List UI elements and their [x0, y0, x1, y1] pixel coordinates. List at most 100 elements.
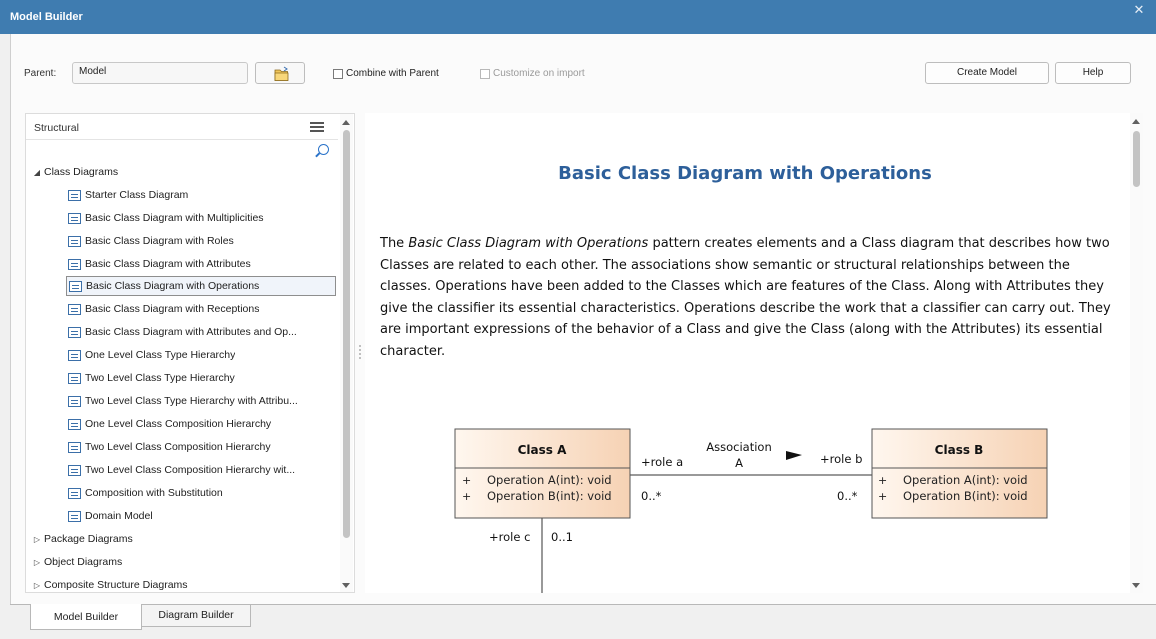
- tree-group-label: Package Diagrams: [44, 533, 133, 545]
- tab-diagram-builder[interactable]: Diagram Builder: [141, 605, 251, 627]
- multiplicity-b-label: 0..*: [837, 489, 858, 503]
- tree-item-label: Two Level Class Composition Hierarchy: [85, 441, 271, 453]
- tree-item-label: Two Level Class Composition Hierarchy wi…: [85, 464, 296, 476]
- scroll-thumb[interactable]: [343, 130, 350, 538]
- window-title: Model Builder: [10, 11, 83, 23]
- diagram-icon: [68, 326, 81, 338]
- tree-item-label: Basic Class Diagram with Attributes: [85, 258, 251, 270]
- tree-item[interactable]: One Level Class Type Hierarchy: [66, 345, 336, 365]
- tree-item[interactable]: Composition with Substitution: [66, 483, 336, 503]
- title-bar: Model Builder ✕: [0, 0, 1156, 34]
- multiplicity-a-label: 0..*: [641, 489, 662, 503]
- visibility-marker: +: [462, 474, 471, 487]
- collapsed-arrow-icon[interactable]: ▷: [30, 535, 44, 544]
- checkbox-box: [480, 68, 490, 79]
- diagram-icon: [68, 487, 81, 499]
- multiplicity-c-label: 0..1: [551, 530, 573, 544]
- diagram-icon: [68, 303, 81, 315]
- visibility-marker: +: [462, 490, 471, 503]
- panel-header: Structural: [26, 114, 338, 140]
- tree-item-selected[interactable]: Basic Class Diagram with Operations: [66, 276, 336, 296]
- class-a-operation: Operation B(int): void: [487, 489, 612, 503]
- tree-item-label: Basic Class Diagram with Attributes and …: [85, 326, 297, 338]
- class-a-box: Class A + Operation A(int): void + Opera…: [454, 428, 631, 519]
- help-button[interactable]: Help: [1055, 62, 1131, 84]
- tree-item-label: One Level Class Type Hierarchy: [85, 349, 236, 361]
- tree-item-label: Composition with Substitution: [85, 487, 223, 499]
- scroll-up-icon[interactable]: [1132, 119, 1140, 124]
- diagram-icon: [68, 189, 81, 201]
- role-a-label: +role a: [641, 455, 683, 469]
- tree-item[interactable]: Domain Model: [66, 506, 336, 526]
- panel-title: Structural: [34, 122, 79, 134]
- pattern-preview-panel: Basic Class Diagram with Operations The …: [365, 113, 1143, 593]
- parent-label: Parent:: [24, 68, 57, 79]
- tree-item-label: Two Level Class Type Hierarchy: [85, 372, 235, 384]
- tree-group-package-diagrams[interactable]: ▷ Package Diagrams: [30, 529, 133, 549]
- tree-item[interactable]: Basic Class Diagram with Multiplicities: [66, 208, 336, 228]
- combine-label: Combine with Parent: [346, 68, 439, 79]
- diagram-icon: [68, 464, 81, 476]
- tree-item-label: Starter Class Diagram: [85, 189, 189, 201]
- expanded-arrow-icon[interactable]: ◢: [30, 168, 44, 177]
- tree-item[interactable]: Basic Class Diagram with Roles: [66, 231, 336, 251]
- tree-item[interactable]: Two Level Class Type Hierarchy with Attr…: [66, 391, 336, 411]
- class-a-operation: Operation A(int): void: [487, 473, 612, 487]
- tree-item[interactable]: Two Level Class Composition Hierarchy wi…: [66, 460, 336, 480]
- visibility-marker: +: [878, 490, 887, 503]
- scroll-down-icon[interactable]: [342, 583, 350, 588]
- folder-icon: [274, 66, 289, 81]
- diagram-icon: [68, 235, 81, 247]
- role-c-label: +role c: [489, 530, 530, 544]
- diagram-icon: [68, 212, 81, 224]
- tree-item[interactable]: Basic Class Diagram with Attributes and …: [66, 322, 336, 342]
- combine-with-parent-checkbox[interactable]: Combine with Parent: [333, 68, 439, 79]
- tree-item[interactable]: Two Level Class Type Hierarchy: [66, 368, 336, 388]
- tree-group-label: Composite Structure Diagrams: [44, 579, 188, 591]
- class-b-operation: Operation B(int): void: [903, 489, 1028, 503]
- close-icon[interactable]: ✕: [1122, 0, 1156, 26]
- tree-group-label: Object Diagrams: [44, 556, 123, 568]
- pattern-tree-panel: Structural ◢ Class Diagrams Starter Clas…: [25, 113, 355, 593]
- collapsed-arrow-icon[interactable]: ▷: [30, 558, 44, 567]
- preview-scrollbar[interactable]: [1130, 113, 1143, 593]
- tree-item[interactable]: One Level Class Composition Hierarchy: [66, 414, 336, 434]
- parent-field[interactable]: Model: [72, 62, 248, 84]
- diagram-icon: [68, 258, 81, 270]
- scroll-thumb[interactable]: [1133, 131, 1140, 187]
- diagram-icon: [68, 418, 81, 430]
- bottom-tab-bar: Model Builder Diagram Builder: [10, 604, 1156, 639]
- tree-item[interactable]: Basic Class Diagram with Receptions: [66, 299, 336, 319]
- search-icon[interactable]: [318, 144, 329, 155]
- diagram-icon: [68, 441, 81, 453]
- tree-scrollbar[interactable]: [340, 114, 353, 592]
- collapsed-arrow-icon[interactable]: ▷: [30, 581, 44, 590]
- tree-item[interactable]: Basic Class Diagram with Attributes: [66, 254, 336, 274]
- class-diagram: Class A + Operation A(int): void + Opera…: [454, 428, 1048, 593]
- menu-icon[interactable]: [310, 122, 324, 132]
- tree-group-object-diagrams[interactable]: ▷ Object Diagrams: [30, 552, 122, 572]
- panel-splitter[interactable]: [357, 113, 365, 593]
- visibility-marker: +: [878, 474, 887, 487]
- tree-group-class-diagrams[interactable]: ◢ Class Diagrams: [30, 162, 118, 182]
- diagram-icon: [68, 372, 81, 384]
- class-b-box: Class B + Operation A(int): void + Opera…: [871, 428, 1048, 519]
- tree-item[interactable]: Starter Class Diagram: [66, 185, 336, 205]
- tree-group-composite-structure-diagrams[interactable]: ▷ Composite Structure Diagrams: [30, 575, 188, 592]
- scroll-down-icon[interactable]: [1132, 583, 1140, 588]
- tree-item-label: Basic Class Diagram with Multiplicities: [85, 212, 264, 224]
- splitter-grip-icon[interactable]: [359, 345, 361, 359]
- class-b-operation: Operation A(int): void: [903, 473, 1028, 487]
- tree-item-label: Basic Class Diagram with Roles: [85, 235, 234, 247]
- tree-item-label: One Level Class Composition Hierarchy: [85, 418, 272, 430]
- create-model-button[interactable]: Create Model: [925, 62, 1049, 84]
- scroll-up-icon[interactable]: [342, 120, 350, 125]
- browse-folder-button[interactable]: [255, 62, 305, 84]
- tree-item-label: Domain Model: [85, 510, 153, 522]
- checkbox-box[interactable]: [333, 68, 343, 79]
- tree-item[interactable]: Two Level Class Composition Hierarchy: [66, 437, 336, 457]
- role-b-label: +role b: [820, 452, 862, 466]
- association-name: Association: [706, 440, 771, 454]
- tab-model-builder[interactable]: Model Builder: [30, 604, 142, 630]
- diagram-icon: [68, 349, 81, 361]
